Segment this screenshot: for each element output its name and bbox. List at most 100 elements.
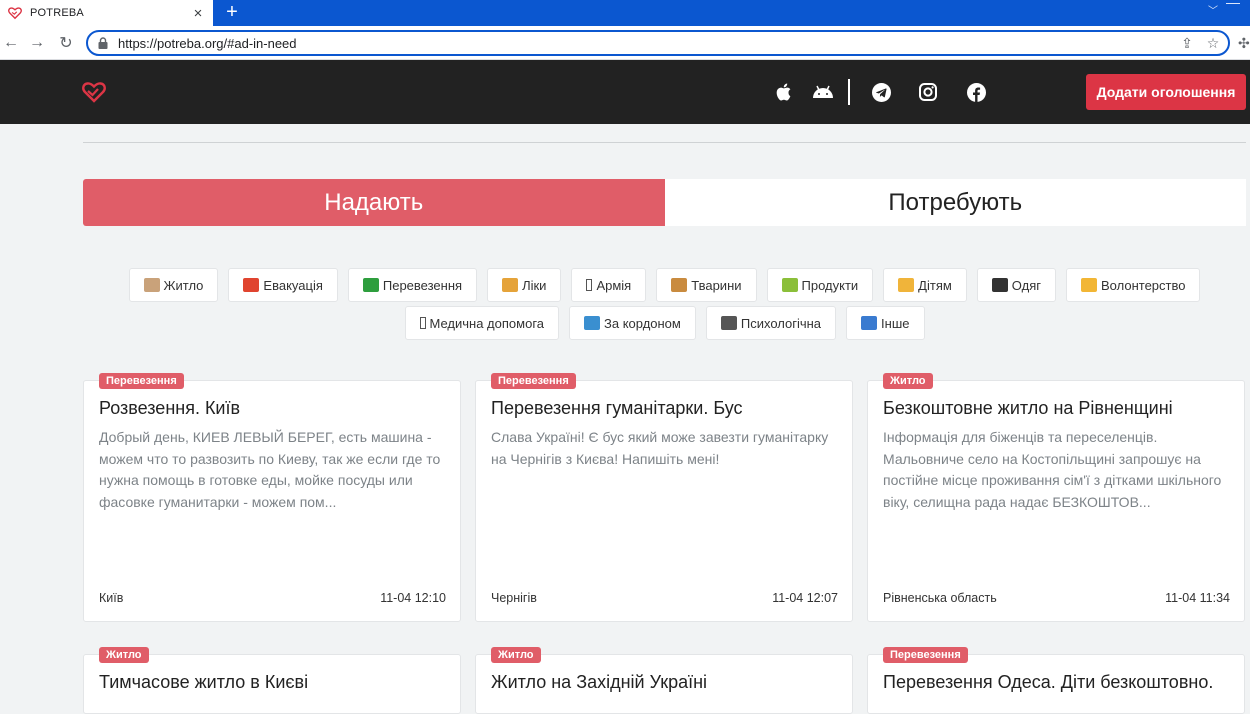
category-chip-a8[interactable]: Одяг xyxy=(976,268,1056,302)
category-label: Евакуація xyxy=(263,277,323,293)
sos-icon xyxy=(243,278,260,292)
listing-card[interactable]: Житло Безкоштовне житло на Рівненщині Інфо… xyxy=(867,373,1245,622)
card-title: Безкоштовне житло на Рівненщині xyxy=(883,398,1173,418)
category-label: За кордоном xyxy=(604,315,681,331)
listing-card[interactable]: Перевезення Перевезення Одеса. Діти безко… xyxy=(867,647,1245,714)
category-chip-a2[interactable]: Перевезення xyxy=(347,268,478,302)
listing-card[interactable]: Житло Житло на Західній Україні xyxy=(475,647,853,714)
child-icon xyxy=(898,278,915,292)
browser-tab[interactable]: POTREBA × xyxy=(0,0,213,26)
category-label: Перевезення xyxy=(382,277,463,293)
minimize-icon[interactable] xyxy=(1226,3,1240,4)
card-description: Добрый день, КИЕВ ЛЕВЫЙ БЕРЕГ, есть маши… xyxy=(99,429,441,510)
tab-offer[interactable]: Надають xyxy=(83,179,665,226)
tab-close-icon[interactable]: × xyxy=(189,4,207,22)
category-chip-a5[interactable]: Тварини xyxy=(656,268,757,302)
card-description: Інформація для біженців та переселенців.… xyxy=(883,429,1222,510)
potreba-logo-icon[interactable] xyxy=(82,81,106,103)
lock-icon xyxy=(98,37,108,49)
medical-icon xyxy=(419,317,426,329)
category-label: Медична допомога xyxy=(429,315,545,331)
bookmark-star-icon[interactable]: ☆ xyxy=(1202,33,1224,53)
card-title: Розвезення. Київ xyxy=(99,398,241,418)
telegram-icon[interactable] xyxy=(871,82,891,102)
card-location: Чернігів xyxy=(491,591,537,605)
card-title: Перевезення гуманітарки. Бус xyxy=(491,398,743,418)
army-icon xyxy=(586,279,593,291)
tab-title: POTREBA xyxy=(30,7,84,19)
back-arrow-icon[interactable]: ← xyxy=(0,32,22,54)
tab-search-chevron-icon[interactable]: ﹀ xyxy=(1208,2,1218,17)
offer-need-toggle: Надають Потребують xyxy=(83,179,1246,226)
listing-card[interactable]: Житло Тимчасове житло в Києві xyxy=(83,647,461,714)
category-badge: Перевезення xyxy=(99,373,184,389)
pill-icon xyxy=(502,278,519,292)
site-header: Додати оголошення xyxy=(0,60,1250,124)
new-tab-icon[interactable]: + xyxy=(221,2,243,24)
car-icon xyxy=(362,278,379,292)
potreba-favicon-icon xyxy=(8,7,22,20)
category-label: Одяг xyxy=(1011,277,1041,293)
extensions-puzzle-icon[interactable]: ✣ xyxy=(1238,35,1250,51)
category-label: Ліки xyxy=(522,277,547,293)
card-timestamp: 11-04 12:10 xyxy=(380,591,446,605)
forward-arrow-icon[interactable]: → xyxy=(26,32,48,54)
url-text: https://potreba.org/#ad-in-need xyxy=(118,35,297,51)
category-badge: Житло xyxy=(491,647,541,663)
card-title: Перевезення Одеса. Діти безкоштовно. xyxy=(883,672,1214,692)
category-label: Волонтерство xyxy=(1101,277,1186,293)
android-icon[interactable] xyxy=(812,82,834,102)
omnibox[interactable]: https://potreba.org/#ad-in-need ⇪ ☆ xyxy=(86,30,1230,56)
facebook-icon[interactable] xyxy=(966,82,986,102)
category-filter-row-1: Житло Евакуація Перевезення Ліки Армія Тварин… xyxy=(83,268,1246,302)
card-timestamp: 11-04 11:34 xyxy=(1165,591,1230,605)
category-filter-row-2: Медична допомога За кордоном Психологічна І… xyxy=(83,306,1246,340)
category-chip-a7[interactable]: Дітям xyxy=(883,268,967,302)
category-badge: Житло xyxy=(99,647,149,663)
category-chip-a3[interactable]: Ліки xyxy=(487,268,562,302)
card-timestamp: 11-04 12:07 xyxy=(772,591,838,605)
card-location: Рівненська область xyxy=(883,591,997,605)
category-chip-a9[interactable]: Волонтерство xyxy=(1066,268,1201,302)
house-icon xyxy=(143,278,160,292)
category-chip-b1[interactable]: За кордоном xyxy=(569,306,696,340)
category-label: Продукти xyxy=(801,277,859,293)
card-location: Київ xyxy=(99,591,124,605)
category-badge: Житло xyxy=(883,373,933,389)
category-chip-b0[interactable]: Медична допомога xyxy=(404,306,559,340)
clothes-icon xyxy=(991,278,1008,292)
category-chip-a6[interactable]: Продукти xyxy=(766,268,874,302)
card-description: Слава Україні! Є бус який може завезти г… xyxy=(491,429,829,467)
category-chip-a0[interactable]: Житло xyxy=(128,268,219,302)
food-icon xyxy=(781,278,798,292)
divider-line xyxy=(83,142,1246,143)
header-divider xyxy=(848,79,850,105)
category-label: Тварини xyxy=(691,277,742,293)
category-label: Інше xyxy=(881,315,910,331)
map-icon xyxy=(584,316,600,330)
category-label: Дітям xyxy=(918,277,952,293)
category-chip-a4[interactable]: Армія xyxy=(571,268,647,302)
hand-icon xyxy=(1081,278,1097,292)
category-badge: Перевезення xyxy=(883,647,968,663)
card-title: Тимчасове житло в Києві xyxy=(99,672,309,692)
listing-card[interactable]: Перевезення Розвезення. Київ Добрый день, … xyxy=(83,373,461,622)
category-label: Психологічна xyxy=(740,315,822,331)
category-chip-a1[interactable]: Евакуація xyxy=(228,268,338,302)
card-title: Житло на Західній Україні xyxy=(491,672,708,692)
listing-card[interactable]: Перевезення Перевезення гуманітарки. Бус С… xyxy=(475,373,853,622)
speech-icon xyxy=(720,316,737,330)
category-label: Житло xyxy=(163,277,204,293)
category-chip-b2[interactable]: Психологічна xyxy=(705,306,837,340)
share-icon[interactable]: ⇪ xyxy=(1176,33,1198,53)
tab-need[interactable]: Потребують xyxy=(664,179,1246,226)
add-listing-button[interactable]: Додати оголошення xyxy=(1086,74,1246,110)
apple-icon[interactable] xyxy=(773,82,793,102)
category-chip-b3[interactable]: Інше xyxy=(846,306,925,340)
instagram-icon[interactable] xyxy=(918,82,938,102)
dog-icon xyxy=(671,278,688,292)
reload-icon[interactable]: ↻ xyxy=(55,32,77,54)
browser-tab-bar: POTREBA × + ﹀ xyxy=(0,0,1250,26)
category-label: Армія xyxy=(596,277,632,293)
category-badge: Перевезення xyxy=(491,373,576,389)
